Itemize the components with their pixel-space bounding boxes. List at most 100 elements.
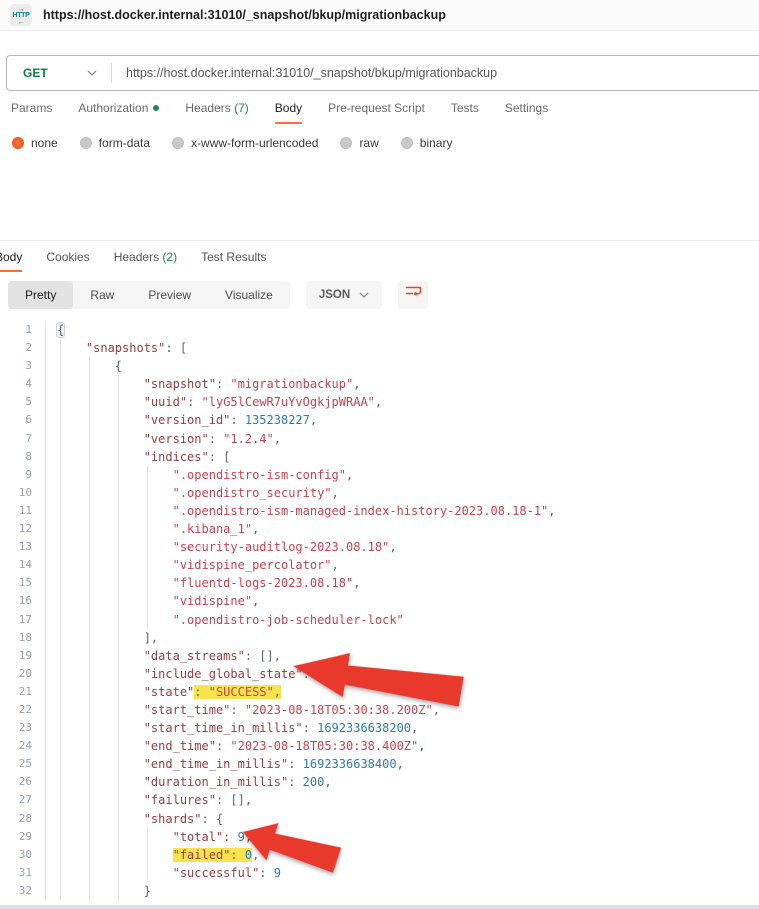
response-tab-body[interactable]: Body — [0, 250, 22, 272]
tab-authorization[interactable]: Authorization — [78, 101, 159, 124]
response-section: Body Cookies Headers (2) Test Results Pr… — [0, 240, 759, 900]
request-title: https://host.docker.internal:31010/_snap… — [43, 8, 446, 22]
code-line: 12 ".kibana_1", — [0, 520, 759, 538]
view-preview[interactable]: Preview — [131, 281, 208, 309]
tab-label: Pre-request Script — [328, 101, 425, 115]
mode-label: form-data — [99, 136, 150, 150]
code-lines: 1{2 "snapshots": [3 {4 "snapshot": "migr… — [0, 321, 759, 900]
view-visualize[interactable]: Visualize — [208, 281, 290, 309]
code-line: 15 "fluentd-logs-2023.08.18", — [0, 574, 759, 592]
response-tab-headers[interactable]: Headers (2) — [114, 250, 177, 272]
line-number: 31 — [0, 864, 46, 882]
code-line: 8 "indices": [ — [0, 448, 759, 466]
line-number: 15 — [0, 574, 46, 592]
radio-icon — [401, 137, 413, 149]
code-line: 6 "version_id": 135238227, — [0, 411, 759, 429]
headers-count: (2) — [162, 250, 177, 264]
arrow-left-glyph: ← — [18, 19, 25, 25]
body-mode-options: none form-data x-www-form-urlencoded raw… — [0, 124, 759, 154]
tab-body[interactable]: Body — [275, 101, 302, 124]
line-number: 24 — [0, 737, 46, 755]
view-mode-switcher: Pretty Raw Preview Visualize — [8, 281, 290, 309]
body-mode-form-data[interactable]: form-data — [80, 136, 150, 150]
format-label: JSON — [319, 289, 350, 301]
mode-label: none — [31, 136, 58, 150]
code-line: 18 ], — [0, 629, 759, 647]
line-number: 18 — [0, 629, 46, 647]
http-icon-label: HTTP — [12, 12, 29, 19]
code-line: 14 "vidispine_percolator", — [0, 556, 759, 574]
code-line: 32 } — [0, 882, 759, 900]
tab-label: Authorization — [78, 101, 148, 115]
body-mode-none[interactable]: none — [12, 136, 58, 150]
code-line: 2 "snapshots": [ — [0, 339, 759, 357]
code-line: 26 "duration_in_millis": 200, — [0, 773, 759, 791]
line-number: 10 — [0, 484, 46, 502]
line-number: 7 — [0, 430, 46, 448]
tab-label: Headers — [185, 101, 230, 115]
code-line: 4 "snapshot": "migrationbackup", — [0, 375, 759, 393]
tab-label: Headers — [114, 250, 159, 264]
code-line: 16 "vidispine", — [0, 592, 759, 610]
view-raw[interactable]: Raw — [73, 281, 131, 309]
line-number: 11 — [0, 502, 46, 520]
body-mode-x-www-form-urlencoded[interactable]: x-www-form-urlencoded — [172, 136, 318, 150]
auth-status-dot — [153, 105, 159, 111]
code-line: 25 "end_time_in_millis": 1692336638400, — [0, 755, 759, 773]
line-number: 29 — [0, 828, 46, 846]
line-number: 19 — [0, 647, 46, 665]
line-number: 32 — [0, 882, 46, 900]
format-dropdown[interactable]: JSON — [306, 281, 382, 309]
tab-settings[interactable]: Settings — [505, 101, 548, 124]
tab-label: Body — [275, 101, 302, 115]
code-line: 23 "start_time_in_millis": 1692336638200… — [0, 719, 759, 737]
line-number: 6 — [0, 411, 46, 429]
code-line: 1{ — [0, 321, 759, 339]
url-input[interactable] — [112, 66, 759, 80]
body-mode-raw[interactable]: raw — [340, 136, 378, 150]
tab-label: Params — [11, 101, 52, 115]
url-bar: GET — [6, 55, 759, 91]
chevron-down-icon — [359, 292, 369, 298]
tab-label: Cookies — [46, 250, 89, 264]
line-number: 14 — [0, 556, 46, 574]
tab-label: Tests — [451, 101, 479, 115]
response-tab-test-results[interactable]: Test Results — [201, 250, 266, 272]
line-number: 2 — [0, 339, 46, 357]
headers-count: (7) — [234, 101, 249, 115]
response-tab-cookies[interactable]: Cookies — [46, 250, 89, 272]
line-number: 5 — [0, 393, 46, 411]
mode-label: raw — [359, 136, 378, 150]
code-line: 11 ".opendistro-ism-managed-index-histor… — [0, 502, 759, 520]
line-number: 8 — [0, 448, 46, 466]
code-line: 29 "total": 9, — [0, 828, 759, 846]
line-number: 17 — [0, 611, 46, 629]
line-number: 16 — [0, 592, 46, 610]
tab-tests[interactable]: Tests — [451, 101, 479, 124]
tab-params[interactable]: Params — [11, 101, 52, 124]
wrap-lines-icon — [405, 285, 422, 305]
line-number: 23 — [0, 719, 46, 737]
wrap-lines-button[interactable] — [398, 281, 428, 309]
mode-label: binary — [420, 136, 453, 150]
tab-label: Test Results — [201, 250, 266, 264]
line-number: 28 — [0, 810, 46, 828]
view-pretty[interactable]: Pretty — [8, 281, 73, 309]
code-line: 28 "shards": { — [0, 810, 759, 828]
tab-pre-request-script[interactable]: Pre-request Script — [328, 101, 425, 124]
code-line: 10 ".opendistro_security", — [0, 484, 759, 502]
body-mode-binary[interactable]: binary — [401, 136, 453, 150]
request-tab-header: → HTTP ← https://host.docker.internal:31… — [0, 0, 759, 31]
response-tabs: Body Cookies Headers (2) Test Results — [0, 241, 759, 272]
response-body-code: 1{2 "snapshots": [3 {4 "snapshot": "migr… — [0, 321, 759, 900]
line-number: 13 — [0, 538, 46, 556]
code-line: 9 ".opendistro-ism-config", — [0, 466, 759, 484]
code-line: 27 "failures": [], — [0, 791, 759, 809]
line-number: 27 — [0, 791, 46, 809]
code-line: 3 { — [0, 357, 759, 375]
tab-label: Body — [0, 250, 22, 264]
radio-icon — [80, 137, 92, 149]
response-view-bar: Pretty Raw Preview Visualize JSON — [8, 281, 759, 309]
method-dropdown[interactable]: GET — [7, 56, 111, 90]
tab-headers[interactable]: Headers (7) — [185, 101, 248, 124]
